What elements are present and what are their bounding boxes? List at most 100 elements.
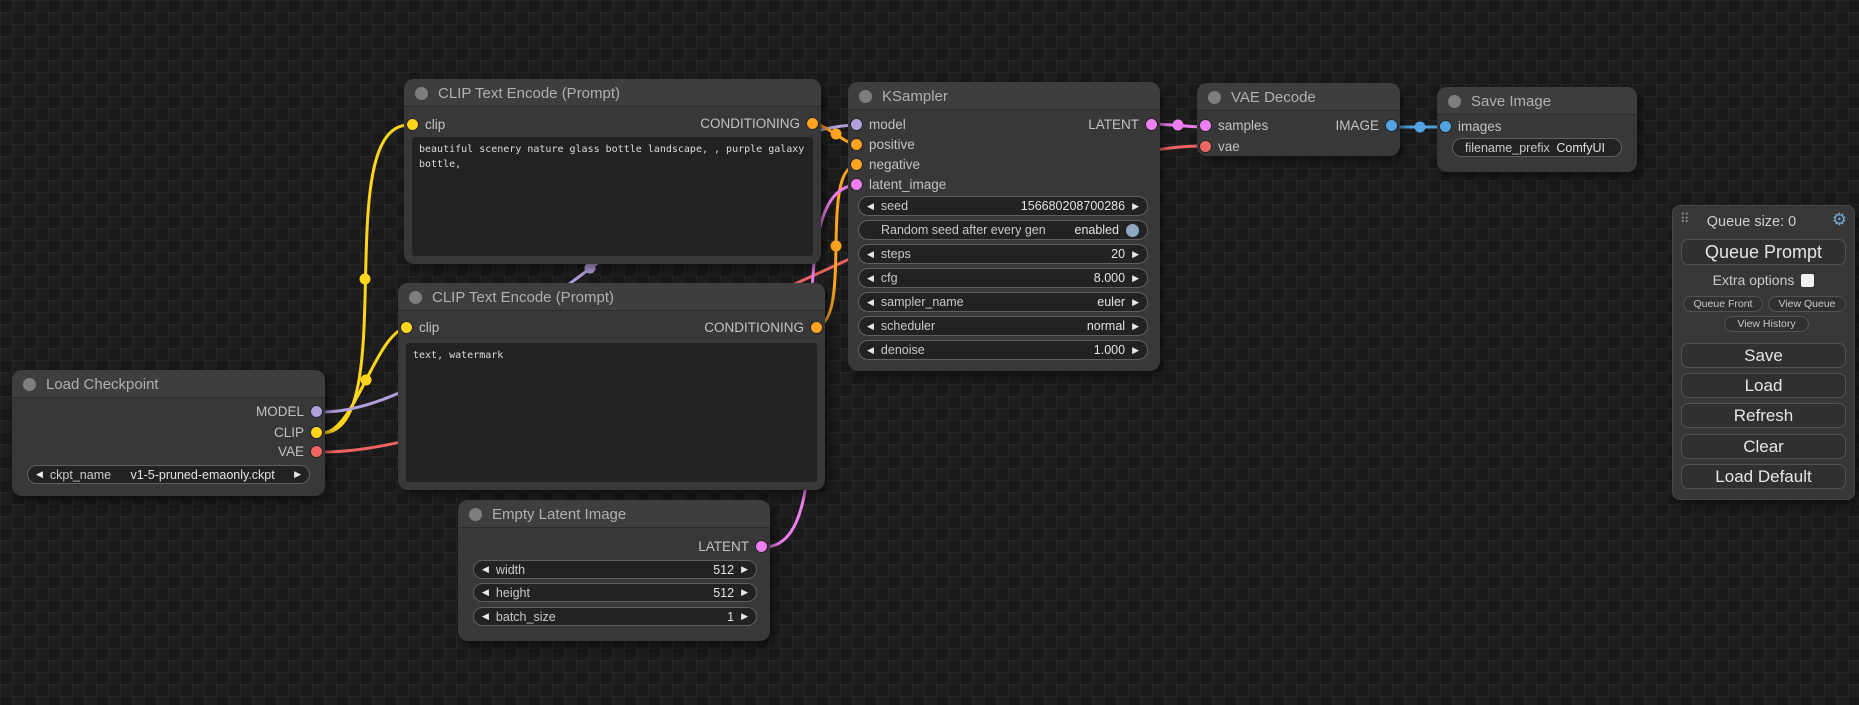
save-button[interactable]: Save — [1681, 343, 1846, 368]
next-arrow-icon[interactable]: ▶ — [1132, 245, 1139, 264]
output-latent[interactable]: LATENT — [1088, 118, 1160, 132]
next-arrow-icon[interactable]: ▶ — [1132, 317, 1139, 336]
sampler-name-widget[interactable]: ◀ sampler_name euler ▶ — [858, 292, 1148, 312]
latent-slot-icon[interactable] — [756, 541, 767, 552]
conditioning-slot-icon[interactable] — [807, 118, 818, 129]
node-title-bar[interactable]: VAE Decode — [1197, 83, 1400, 111]
prev-arrow-icon[interactable]: ◀ — [482, 583, 489, 602]
height-widget[interactable]: ◀ height 512 ▶ — [473, 583, 757, 602]
clip-slot-icon[interactable] — [407, 119, 418, 130]
scheduler-widget[interactable]: ◀ scheduler normal ▶ — [858, 316, 1148, 336]
collapse-dot-icon[interactable] — [1448, 95, 1461, 108]
batch-size-widget[interactable]: ◀ batch_size 1 ▶ — [473, 607, 757, 626]
output-conditioning[interactable]: CONDITIONING — [700, 117, 821, 131]
input-clip[interactable]: clip — [398, 321, 439, 335]
clear-button[interactable]: Clear — [1681, 434, 1846, 459]
prev-arrow-icon[interactable]: ◀ — [867, 317, 874, 336]
next-arrow-icon[interactable]: ▶ — [294, 465, 301, 484]
prev-arrow-icon[interactable]: ◀ — [867, 197, 874, 216]
node-vae-decode[interactable]: VAE Decode samples vae IMAGE — [1197, 83, 1400, 156]
collapse-dot-icon[interactable] — [859, 90, 872, 103]
collapse-dot-icon[interactable] — [469, 508, 482, 521]
output-latent[interactable]: LATENT — [698, 540, 770, 554]
node-clip-text-encode-negative[interactable]: CLIP Text Encode (Prompt) clip CONDITION… — [398, 283, 825, 490]
denoise-widget[interactable]: ◀ denoise 1.000 ▶ — [858, 340, 1148, 360]
output-vae[interactable]: VAE — [278, 445, 325, 459]
output-model[interactable]: MODEL — [256, 405, 325, 419]
input-samples[interactable]: samples — [1197, 119, 1268, 133]
queue-front-button[interactable]: Queue Front — [1683, 296, 1763, 312]
clip-slot-icon[interactable] — [401, 322, 412, 333]
vae-slot-icon[interactable] — [1200, 141, 1211, 152]
node-title-bar[interactable]: Empty Latent Image — [458, 500, 770, 528]
latent-slot-icon[interactable] — [1200, 120, 1211, 131]
prev-arrow-icon[interactable]: ◀ — [867, 341, 874, 360]
input-negative[interactable]: negative — [848, 158, 920, 172]
latent-slot-icon[interactable] — [851, 179, 862, 190]
toggle-knob-icon[interactable] — [1126, 224, 1139, 237]
next-arrow-icon[interactable]: ▶ — [1132, 341, 1139, 360]
output-clip[interactable]: CLIP — [274, 426, 325, 440]
node-clip-text-encode-positive[interactable]: CLIP Text Encode (Prompt) clip CONDITION… — [404, 79, 821, 264]
refresh-button[interactable]: Refresh — [1681, 403, 1846, 428]
prompt-text-area[interactable]: text, watermark — [406, 343, 817, 482]
view-history-button[interactable]: View History — [1724, 316, 1809, 332]
next-arrow-icon[interactable]: ▶ — [741, 583, 748, 602]
width-widget[interactable]: ◀ width 512 ▶ — [473, 560, 757, 579]
next-arrow-icon[interactable]: ▶ — [1132, 197, 1139, 216]
next-arrow-icon[interactable]: ▶ — [741, 560, 748, 579]
view-queue-button[interactable]: View Queue — [1768, 296, 1846, 312]
collapse-dot-icon[interactable] — [23, 378, 36, 391]
node-title-bar[interactable]: CLIP Text Encode (Prompt) — [404, 79, 821, 107]
clip-slot-icon[interactable] — [311, 427, 322, 438]
output-image[interactable]: IMAGE — [1335, 119, 1400, 133]
node-title-bar[interactable]: Load Checkpoint — [12, 370, 325, 398]
next-arrow-icon[interactable]: ▶ — [1132, 293, 1139, 312]
queue-prompt-button[interactable]: Queue Prompt — [1681, 239, 1846, 265]
prev-arrow-icon[interactable]: ◀ — [482, 560, 489, 579]
prev-arrow-icon[interactable]: ◀ — [36, 465, 43, 484]
load-button[interactable]: Load — [1681, 373, 1846, 398]
input-positive[interactable]: positive — [848, 138, 915, 152]
node-title-bar[interactable]: KSampler — [848, 82, 1160, 110]
input-latent-image[interactable]: latent_image — [848, 178, 946, 192]
comfyui-canvas[interactable]: { "colors": { "model": "#b2a0dc", "clip"… — [0, 0, 1859, 705]
model-slot-icon[interactable] — [851, 119, 862, 130]
prev-arrow-icon[interactable]: ◀ — [867, 293, 874, 312]
cfg-widget[interactable]: ◀ cfg 8.000 ▶ — [858, 268, 1148, 288]
collapse-dot-icon[interactable] — [415, 87, 428, 100]
conditioning-slot-icon[interactable] — [851, 139, 862, 150]
conditioning-slot-icon[interactable] — [811, 322, 822, 333]
prev-arrow-icon[interactable]: ◀ — [867, 269, 874, 288]
node-load-checkpoint[interactable]: Load Checkpoint MODEL CLIP VAE ◀ ckpt_na… — [12, 370, 325, 496]
filename-prefix-widget[interactable]: filename_prefix ComfyUI — [1452, 138, 1622, 157]
ckpt-name-widget[interactable]: ◀ ckpt_name v1-5-pruned-emaonly.ckpt ▶ — [27, 465, 310, 484]
random-seed-toggle-widget[interactable]: Random seed after every gen enabled — [858, 220, 1148, 240]
image-slot-icon[interactable] — [1440, 121, 1451, 132]
collapse-dot-icon[interactable] — [409, 291, 422, 304]
model-slot-icon[interactable] — [311, 406, 322, 417]
image-slot-icon[interactable] — [1386, 120, 1397, 131]
settings-gear-icon[interactable]: ⚙ — [1832, 210, 1847, 230]
input-model[interactable]: model — [848, 118, 906, 132]
prev-arrow-icon[interactable]: ◀ — [867, 245, 874, 264]
input-clip[interactable]: clip — [404, 118, 445, 132]
node-title-bar[interactable]: Save Image — [1437, 87, 1637, 115]
next-arrow-icon[interactable]: ▶ — [741, 607, 748, 626]
node-save-image[interactable]: Save Image images filename_prefix ComfyU… — [1437, 87, 1637, 172]
input-images[interactable]: images — [1437, 120, 1502, 134]
prev-arrow-icon[interactable]: ◀ — [482, 607, 489, 626]
latent-slot-icon[interactable] — [1146, 119, 1157, 130]
node-ksampler[interactable]: KSampler model positive negative latent_… — [848, 82, 1160, 371]
output-conditioning[interactable]: CONDITIONING — [704, 321, 825, 335]
steps-widget[interactable]: ◀ steps 20 ▶ — [858, 244, 1148, 264]
node-empty-latent-image[interactable]: Empty Latent Image LATENT ◀ width 512 ▶ … — [458, 500, 770, 641]
load-default-button[interactable]: Load Default — [1681, 464, 1846, 489]
vae-slot-icon[interactable] — [311, 446, 322, 457]
next-arrow-icon[interactable]: ▶ — [1132, 269, 1139, 288]
seed-widget[interactable]: ◀ seed 156680208700286 ▶ — [858, 196, 1148, 216]
prompt-text-area[interactable]: beautiful scenery nature glass bottle la… — [412, 137, 813, 256]
extra-options-checkbox[interactable] — [1801, 274, 1814, 287]
node-title-bar[interactable]: CLIP Text Encode (Prompt) — [398, 283, 825, 311]
conditioning-slot-icon[interactable] — [851, 159, 862, 170]
